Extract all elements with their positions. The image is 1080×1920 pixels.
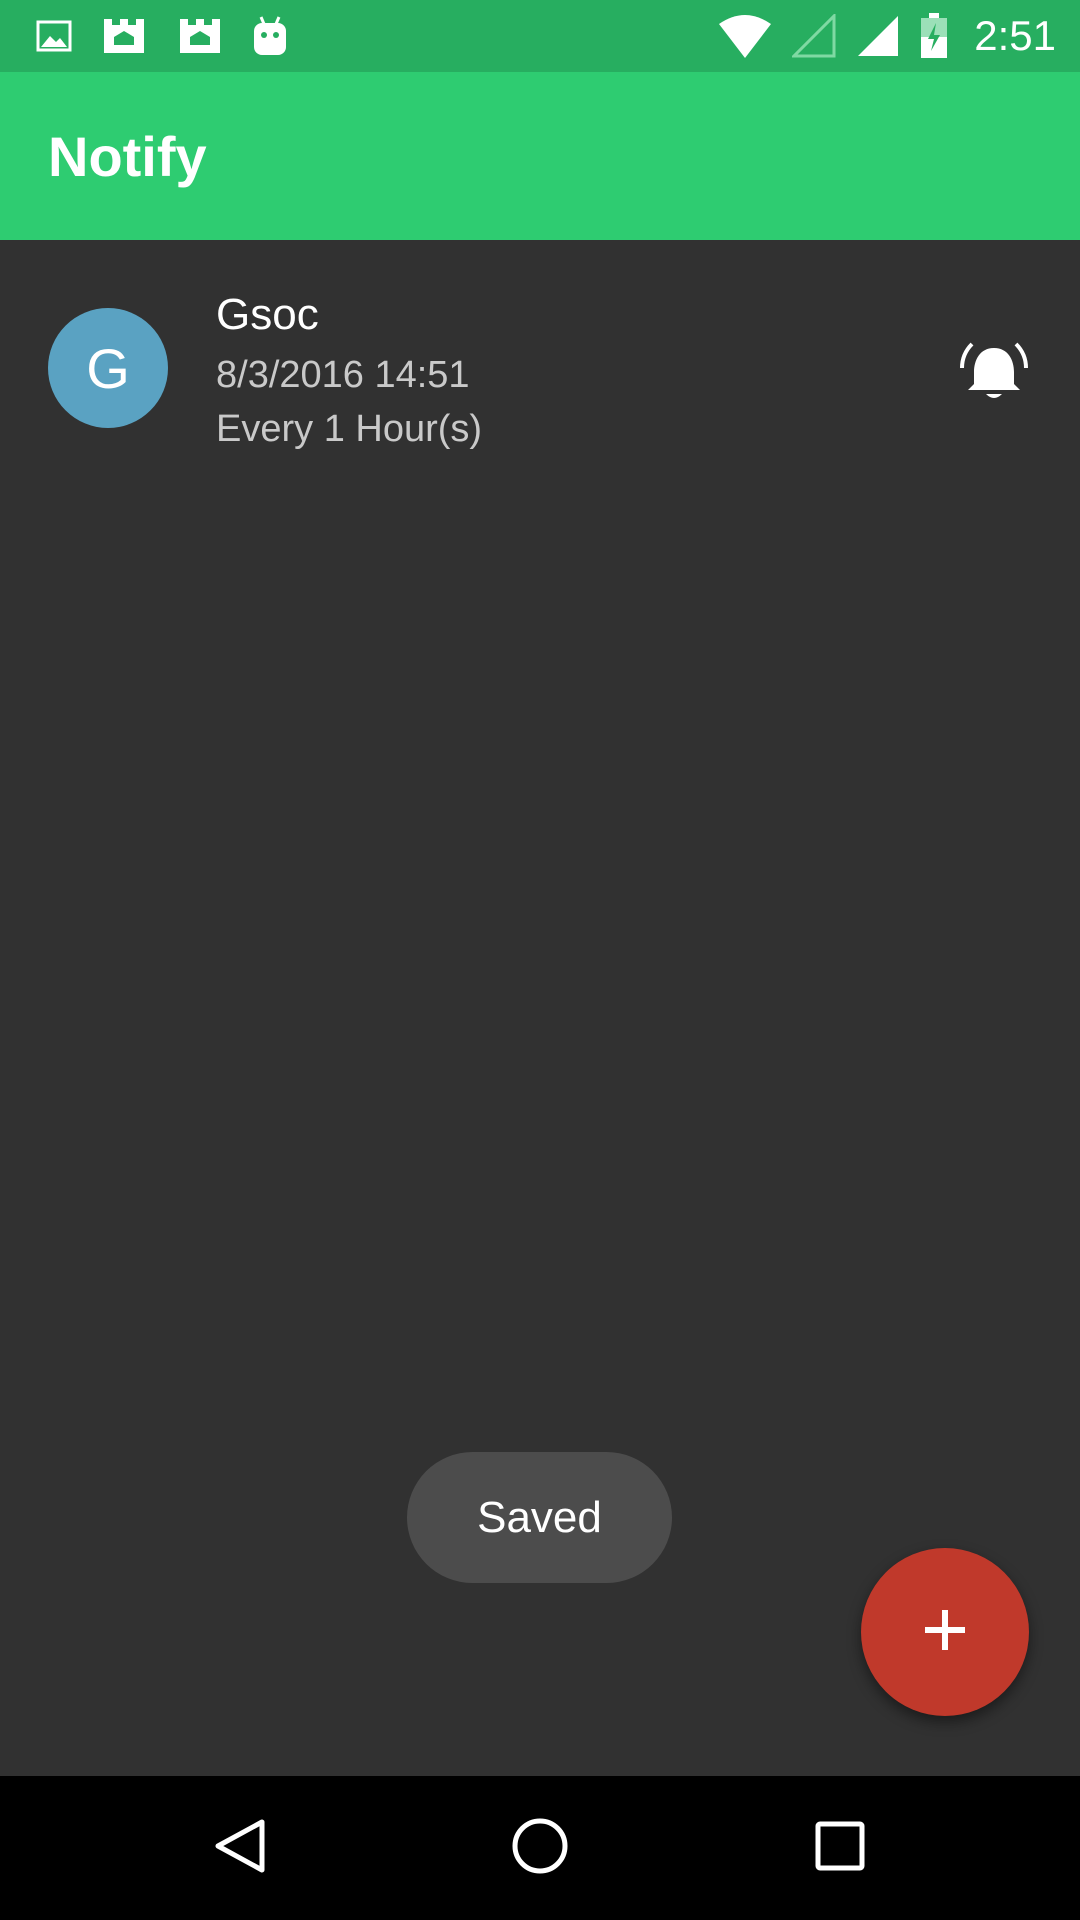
home-button[interactable] <box>492 1800 588 1896</box>
android-icon <box>252 15 288 57</box>
alarm-toggle-button[interactable] <box>952 332 1036 416</box>
toast-message: Saved <box>407 1452 672 1583</box>
reminder-title: Gsoc <box>216 290 319 339</box>
signal-empty-icon <box>792 14 836 58</box>
status-bar: 2:51 <box>0 0 1080 72</box>
add-reminder-button[interactable] <box>861 1548 1029 1716</box>
navigation-bar <box>0 1776 1080 1920</box>
system-indicators: 2:51 <box>718 12 1056 60</box>
app-bar: Notify <box>0 72 1080 240</box>
status-time: 2:51 <box>974 12 1056 59</box>
page-title: Notify <box>48 124 207 188</box>
avatar: G <box>48 308 168 428</box>
reminder-datetime: 8/3/2016 14:51 <box>216 354 470 396</box>
list-item[interactable]: G Gsoc 8/3/2016 14:51 Every 1 Hour(s) <box>0 240 1080 456</box>
image-icon <box>36 18 72 54</box>
back-button[interactable] <box>192 1800 288 1896</box>
recents-icon <box>810 1816 870 1881</box>
battery-charging-icon <box>920 13 948 59</box>
app-notification-icon <box>176 15 224 57</box>
alarm-on-icon <box>958 336 1030 413</box>
signal-full-icon <box>856 14 900 58</box>
home-icon <box>510 1816 570 1881</box>
wifi-icon <box>718 14 772 58</box>
reminder-repeat: Every 1 Hour(s) <box>216 408 483 450</box>
recents-button[interactable] <box>792 1800 888 1896</box>
notification-icons <box>36 15 288 57</box>
back-icon <box>210 1816 270 1881</box>
plus-icon <box>921 1606 969 1659</box>
app-notification-icon <box>100 15 148 57</box>
